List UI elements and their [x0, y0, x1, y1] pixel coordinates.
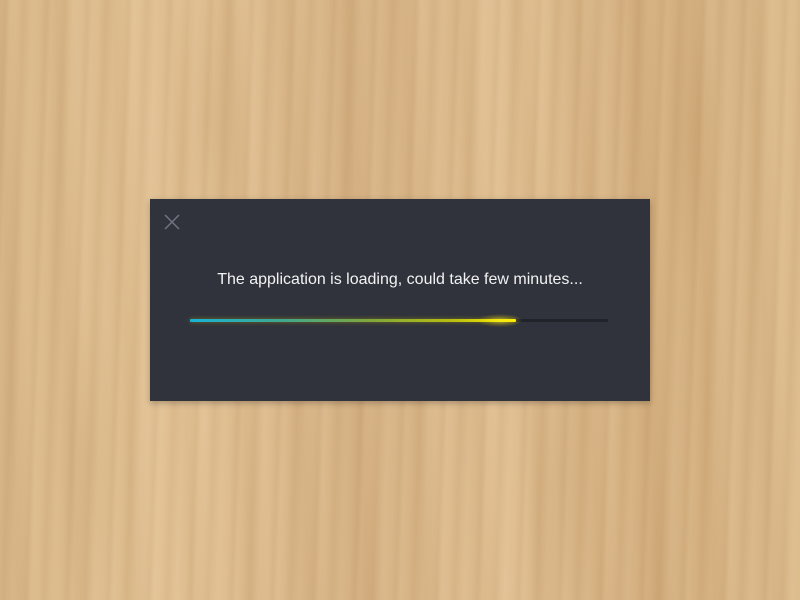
close-icon: [164, 214, 180, 230]
progress-bar: [190, 314, 608, 327]
loading-message: The application is loading, could take f…: [217, 271, 583, 288]
loading-dialog: [150, 199, 650, 401]
progress-fill: [190, 319, 517, 322]
close-button[interactable]: [160, 210, 184, 234]
